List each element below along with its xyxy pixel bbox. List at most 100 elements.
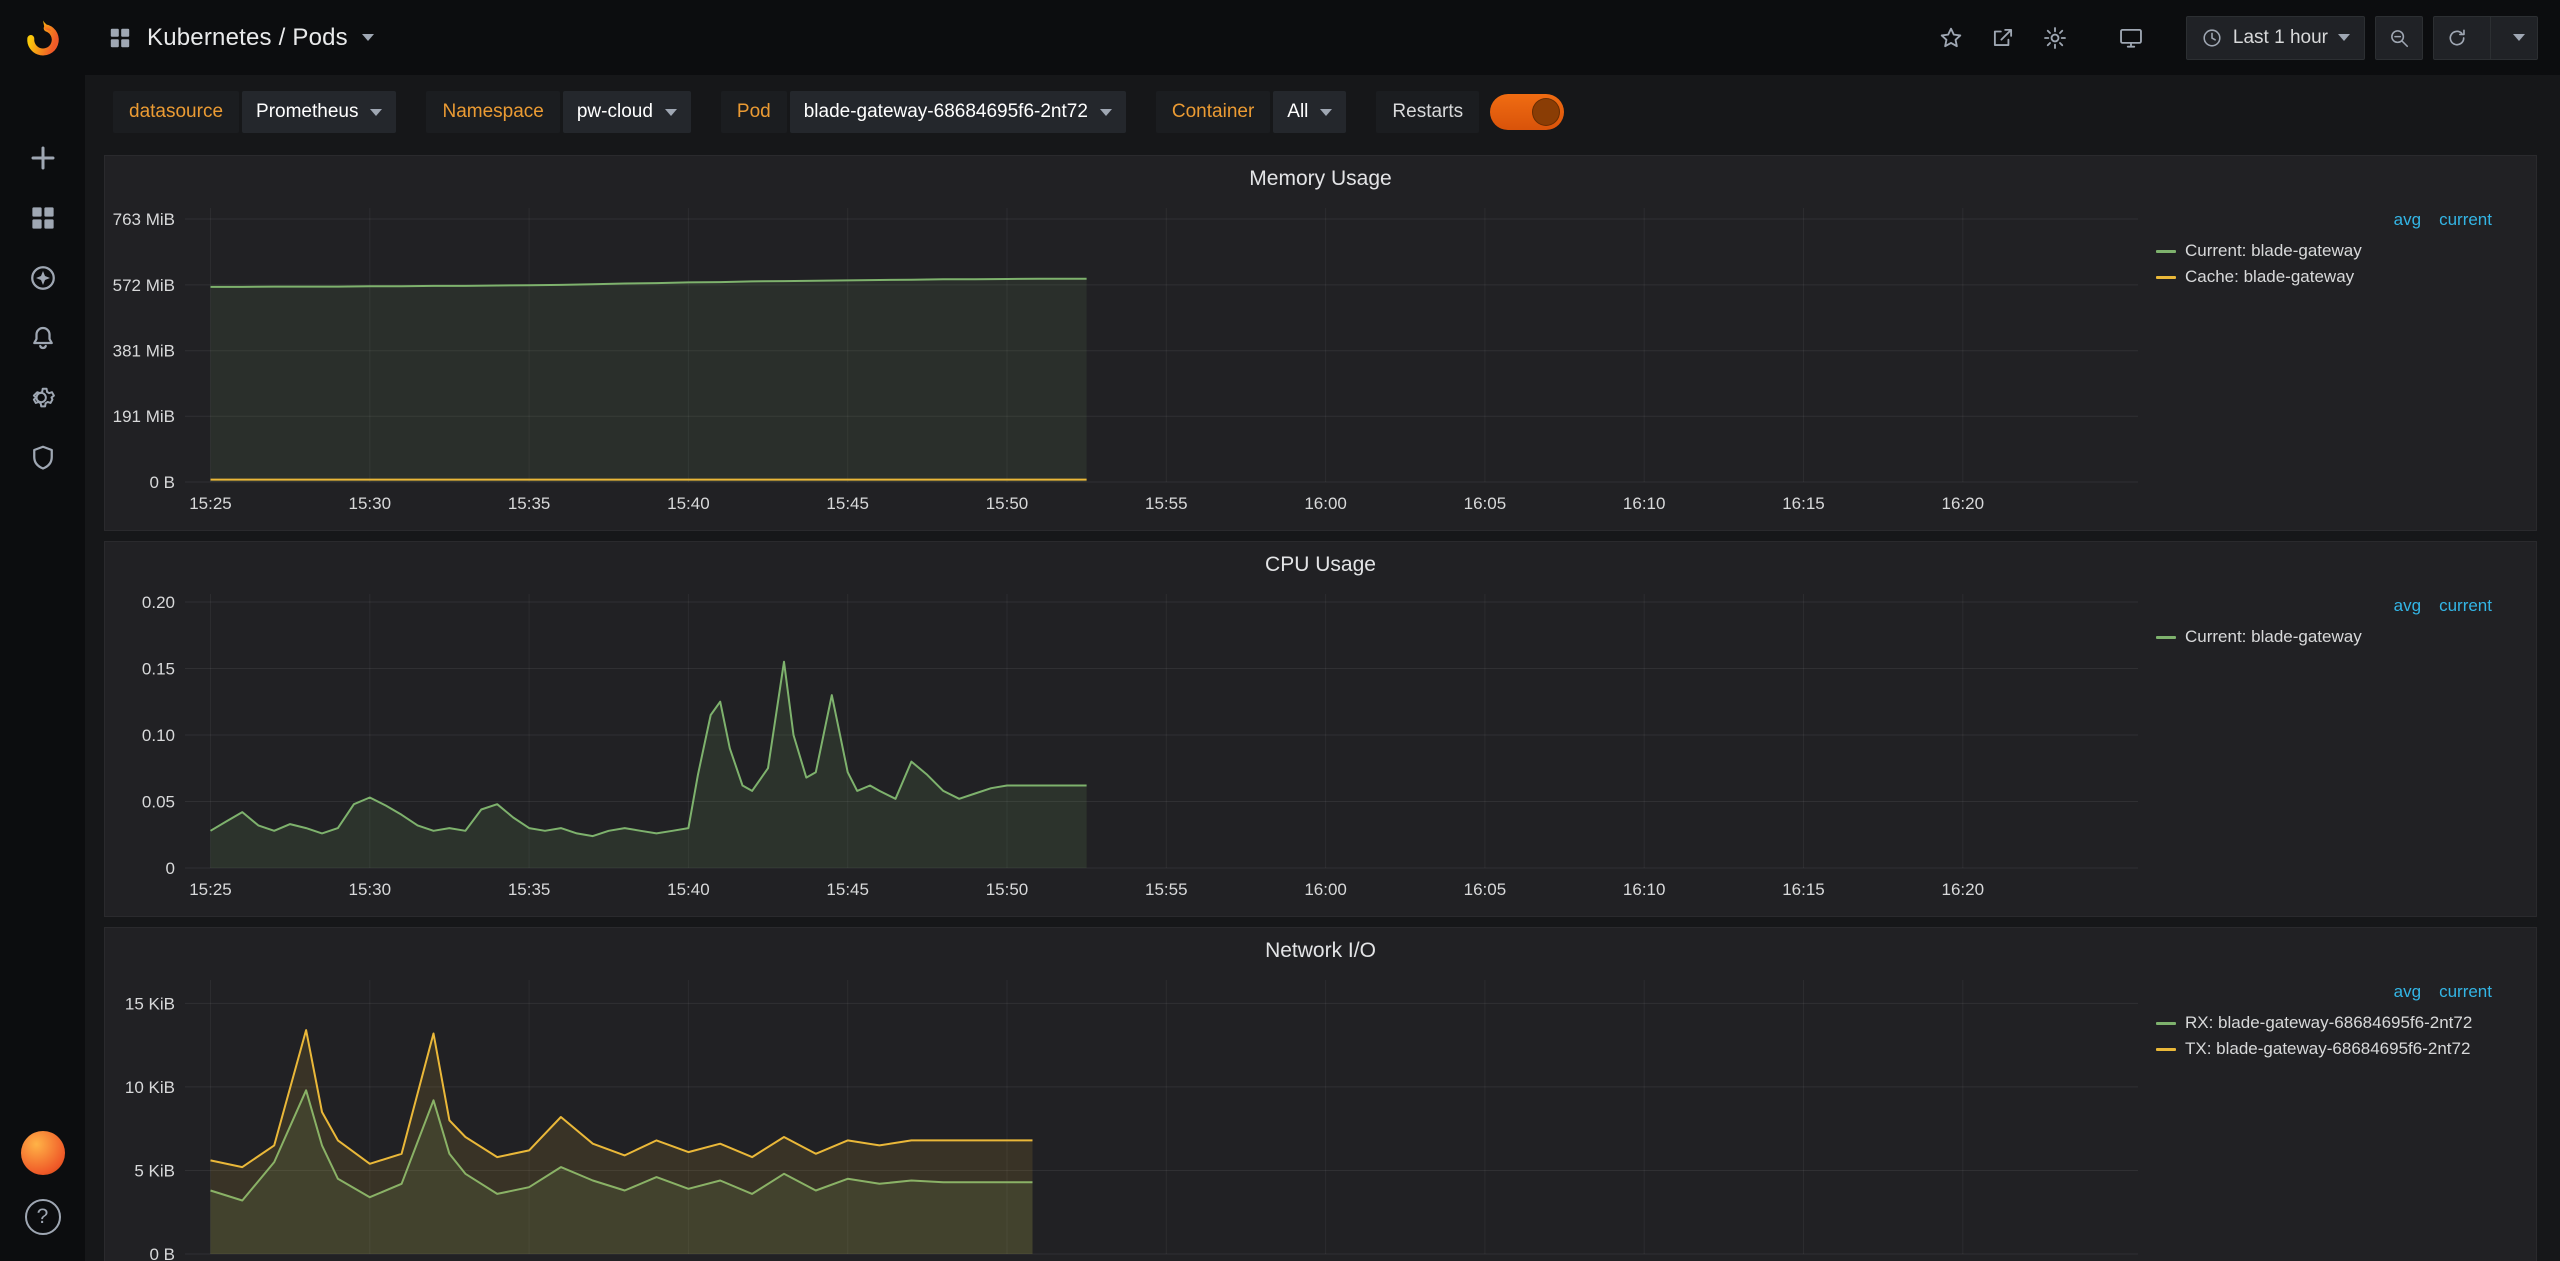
svg-text:15 KiB: 15 KiB — [125, 994, 175, 1013]
legend-series-name: TX: blade-gateway-68684695f6-2nt72 — [2185, 1039, 2470, 1059]
dropdown-caret-icon — [1100, 109, 1112, 116]
legend-swatch — [2156, 1022, 2176, 1025]
variable-dropdown-namespace[interactable]: pw-cloud — [563, 91, 691, 133]
time-range-caret-icon — [2338, 34, 2350, 41]
tv-kiosk-icon — [2118, 25, 2144, 51]
panel-title-network-io[interactable]: Network I/O — [113, 936, 2528, 968]
refresh-divider — [2490, 17, 2491, 59]
alerting-bell-icon[interactable] — [24, 319, 62, 357]
help-icon[interactable]: ? — [25, 1199, 61, 1235]
share-button[interactable] — [1982, 17, 2024, 59]
variable-label-namespace: Namespace — [426, 91, 559, 133]
dashboard-grid-icon — [107, 25, 133, 51]
svg-text:15:50: 15:50 — [986, 494, 1029, 513]
svg-text:16:10: 16:10 — [1623, 880, 1666, 899]
legend-series-name: Current: blade-gateway — [2185, 241, 2362, 261]
panel-title-cpu-usage[interactable]: CPU Usage — [113, 550, 2528, 582]
svg-text:15:45: 15:45 — [826, 880, 869, 899]
refresh-interval-dropdown[interactable] — [2501, 17, 2537, 59]
variable-value-pod: blade-gateway-68684695f6-2nt72 — [804, 101, 1088, 123]
legend-swatch — [2156, 250, 2176, 253]
svg-text:15:35: 15:35 — [508, 494, 551, 513]
dashboard-title-nav[interactable]: Kubernetes / Pods — [107, 24, 374, 52]
dashboard-header: Kubernetes / Pods Last 1 hour — [85, 0, 2560, 75]
create-plus-icon[interactable] — [24, 139, 62, 177]
legend-swatch — [2156, 636, 2176, 639]
legend-swatch — [2156, 276, 2176, 279]
variable-label-pod: Pod — [721, 91, 787, 133]
variable-pod: Pod blade-gateway-68684695f6-2nt72 — [721, 91, 1126, 133]
svg-text:191 MiB: 191 MiB — [113, 407, 175, 426]
explore-compass-icon[interactable] — [24, 259, 62, 297]
variable-label-container: Container — [1156, 91, 1270, 133]
cpu-usage-legend: avg current Current: blade-gateway — [2148, 582, 2528, 908]
legend-sort-current[interactable]: current — [2439, 596, 2492, 616]
page-title: Kubernetes / Pods — [147, 24, 348, 52]
dropdown-caret-icon — [370, 109, 382, 116]
legend-sort-current[interactable]: current — [2439, 210, 2492, 230]
user-avatar[interactable] — [21, 1131, 65, 1175]
svg-text:16:15: 16:15 — [1782, 880, 1825, 899]
memory-usage-chart[interactable]: 15:2515:3015:3515:4015:4515:5015:5516:00… — [113, 196, 2148, 522]
variable-namespace: Namespace pw-cloud — [426, 91, 690, 133]
refresh-button[interactable] — [2434, 17, 2480, 59]
variable-dropdown-datasource[interactable]: Prometheus — [242, 91, 396, 133]
server-admin-shield-icon[interactable] — [24, 439, 62, 477]
title-caret-icon — [362, 34, 374, 41]
legend-sort-current[interactable]: current — [2439, 982, 2492, 1002]
legend-swatch — [2156, 1048, 2176, 1051]
svg-text:16:05: 16:05 — [1464, 880, 1507, 899]
svg-text:16:20: 16:20 — [1942, 880, 1985, 899]
variable-dropdown-pod[interactable]: blade-gateway-68684695f6-2nt72 — [790, 91, 1126, 133]
star-button[interactable] — [1930, 17, 1972, 59]
variable-label-datasource: datasource — [113, 91, 239, 133]
svg-text:5 KiB: 5 KiB — [134, 1162, 175, 1181]
legend-sort-avg[interactable]: avg — [2394, 210, 2421, 230]
refresh-button-group — [2433, 16, 2538, 60]
variable-dropdown-container[interactable]: All — [1273, 91, 1346, 133]
svg-text:16:00: 16:00 — [1304, 494, 1347, 513]
svg-text:15:50: 15:50 — [986, 880, 1029, 899]
configuration-gear-icon[interactable] — [24, 379, 62, 417]
tv-kiosk-button[interactable] — [2110, 17, 2152, 59]
legend-item[interactable]: Current: blade-gateway — [2156, 624, 2492, 650]
time-range-label: Last 1 hour — [2233, 27, 2328, 49]
restarts-toggle[interactable] — [1490, 94, 1564, 130]
variable-container: Container All — [1156, 91, 1347, 133]
toggle-knob — [1532, 98, 1560, 126]
time-range-picker[interactable]: Last 1 hour — [2186, 16, 2365, 60]
variable-value-namespace: pw-cloud — [577, 101, 653, 123]
svg-text:15:30: 15:30 — [349, 880, 392, 899]
chart-canvas[interactable]: 15:2515:3015:3515:4015:4515:5015:5516:00… — [113, 582, 2148, 908]
svg-text:0: 0 — [166, 859, 175, 878]
grafana-logo-icon — [22, 17, 64, 59]
legend-item[interactable]: TX: blade-gateway-68684695f6-2nt72 — [2156, 1036, 2492, 1062]
legend-item[interactable]: Current: blade-gateway — [2156, 238, 2492, 264]
svg-text:16:05: 16:05 — [1464, 494, 1507, 513]
svg-text:16:20: 16:20 — [1942, 494, 1985, 513]
svg-text:10 KiB: 10 KiB — [125, 1078, 175, 1097]
svg-text:0.10: 0.10 — [142, 726, 175, 745]
cpu-usage-chart[interactable]: 15:2515:3015:3515:4015:4515:5015:5516:00… — [113, 582, 2148, 908]
svg-text:16:15: 16:15 — [1782, 494, 1825, 513]
legend-item[interactable]: RX: blade-gateway-68684695f6-2nt72 — [2156, 1010, 2492, 1036]
legend-item[interactable]: Cache: blade-gateway — [2156, 264, 2492, 290]
dashboard-settings-button[interactable] — [2034, 17, 2076, 59]
svg-text:0 B: 0 B — [149, 1245, 175, 1261]
panel-title-memory-usage[interactable]: Memory Usage — [113, 164, 2528, 196]
legend-sort-avg[interactable]: avg — [2394, 982, 2421, 1002]
network-io-chart[interactable]: 15:2515:3015:3515:4015:4515:5015:5516:00… — [113, 968, 2148, 1261]
dashboards-icon[interactable] — [24, 199, 62, 237]
chart-canvas[interactable]: 15:2515:3015:3515:4015:4515:5015:5516:00… — [113, 196, 2148, 522]
svg-text:0.20: 0.20 — [142, 593, 175, 612]
legend-sort-avg[interactable]: avg — [2394, 596, 2421, 616]
chart-canvas[interactable]: 15:2515:3015:3515:4015:4515:5015:5516:00… — [113, 968, 2148, 1261]
variable-value-container: All — [1287, 101, 1308, 123]
zoom-out-button[interactable] — [2375, 16, 2423, 60]
grafana-logo[interactable] — [0, 0, 85, 75]
star-icon — [1938, 25, 1964, 51]
svg-text:15:40: 15:40 — [667, 880, 710, 899]
settings-gear-icon — [2042, 25, 2068, 51]
svg-text:381 MiB: 381 MiB — [113, 342, 175, 361]
variable-value-datasource: Prometheus — [256, 101, 358, 123]
